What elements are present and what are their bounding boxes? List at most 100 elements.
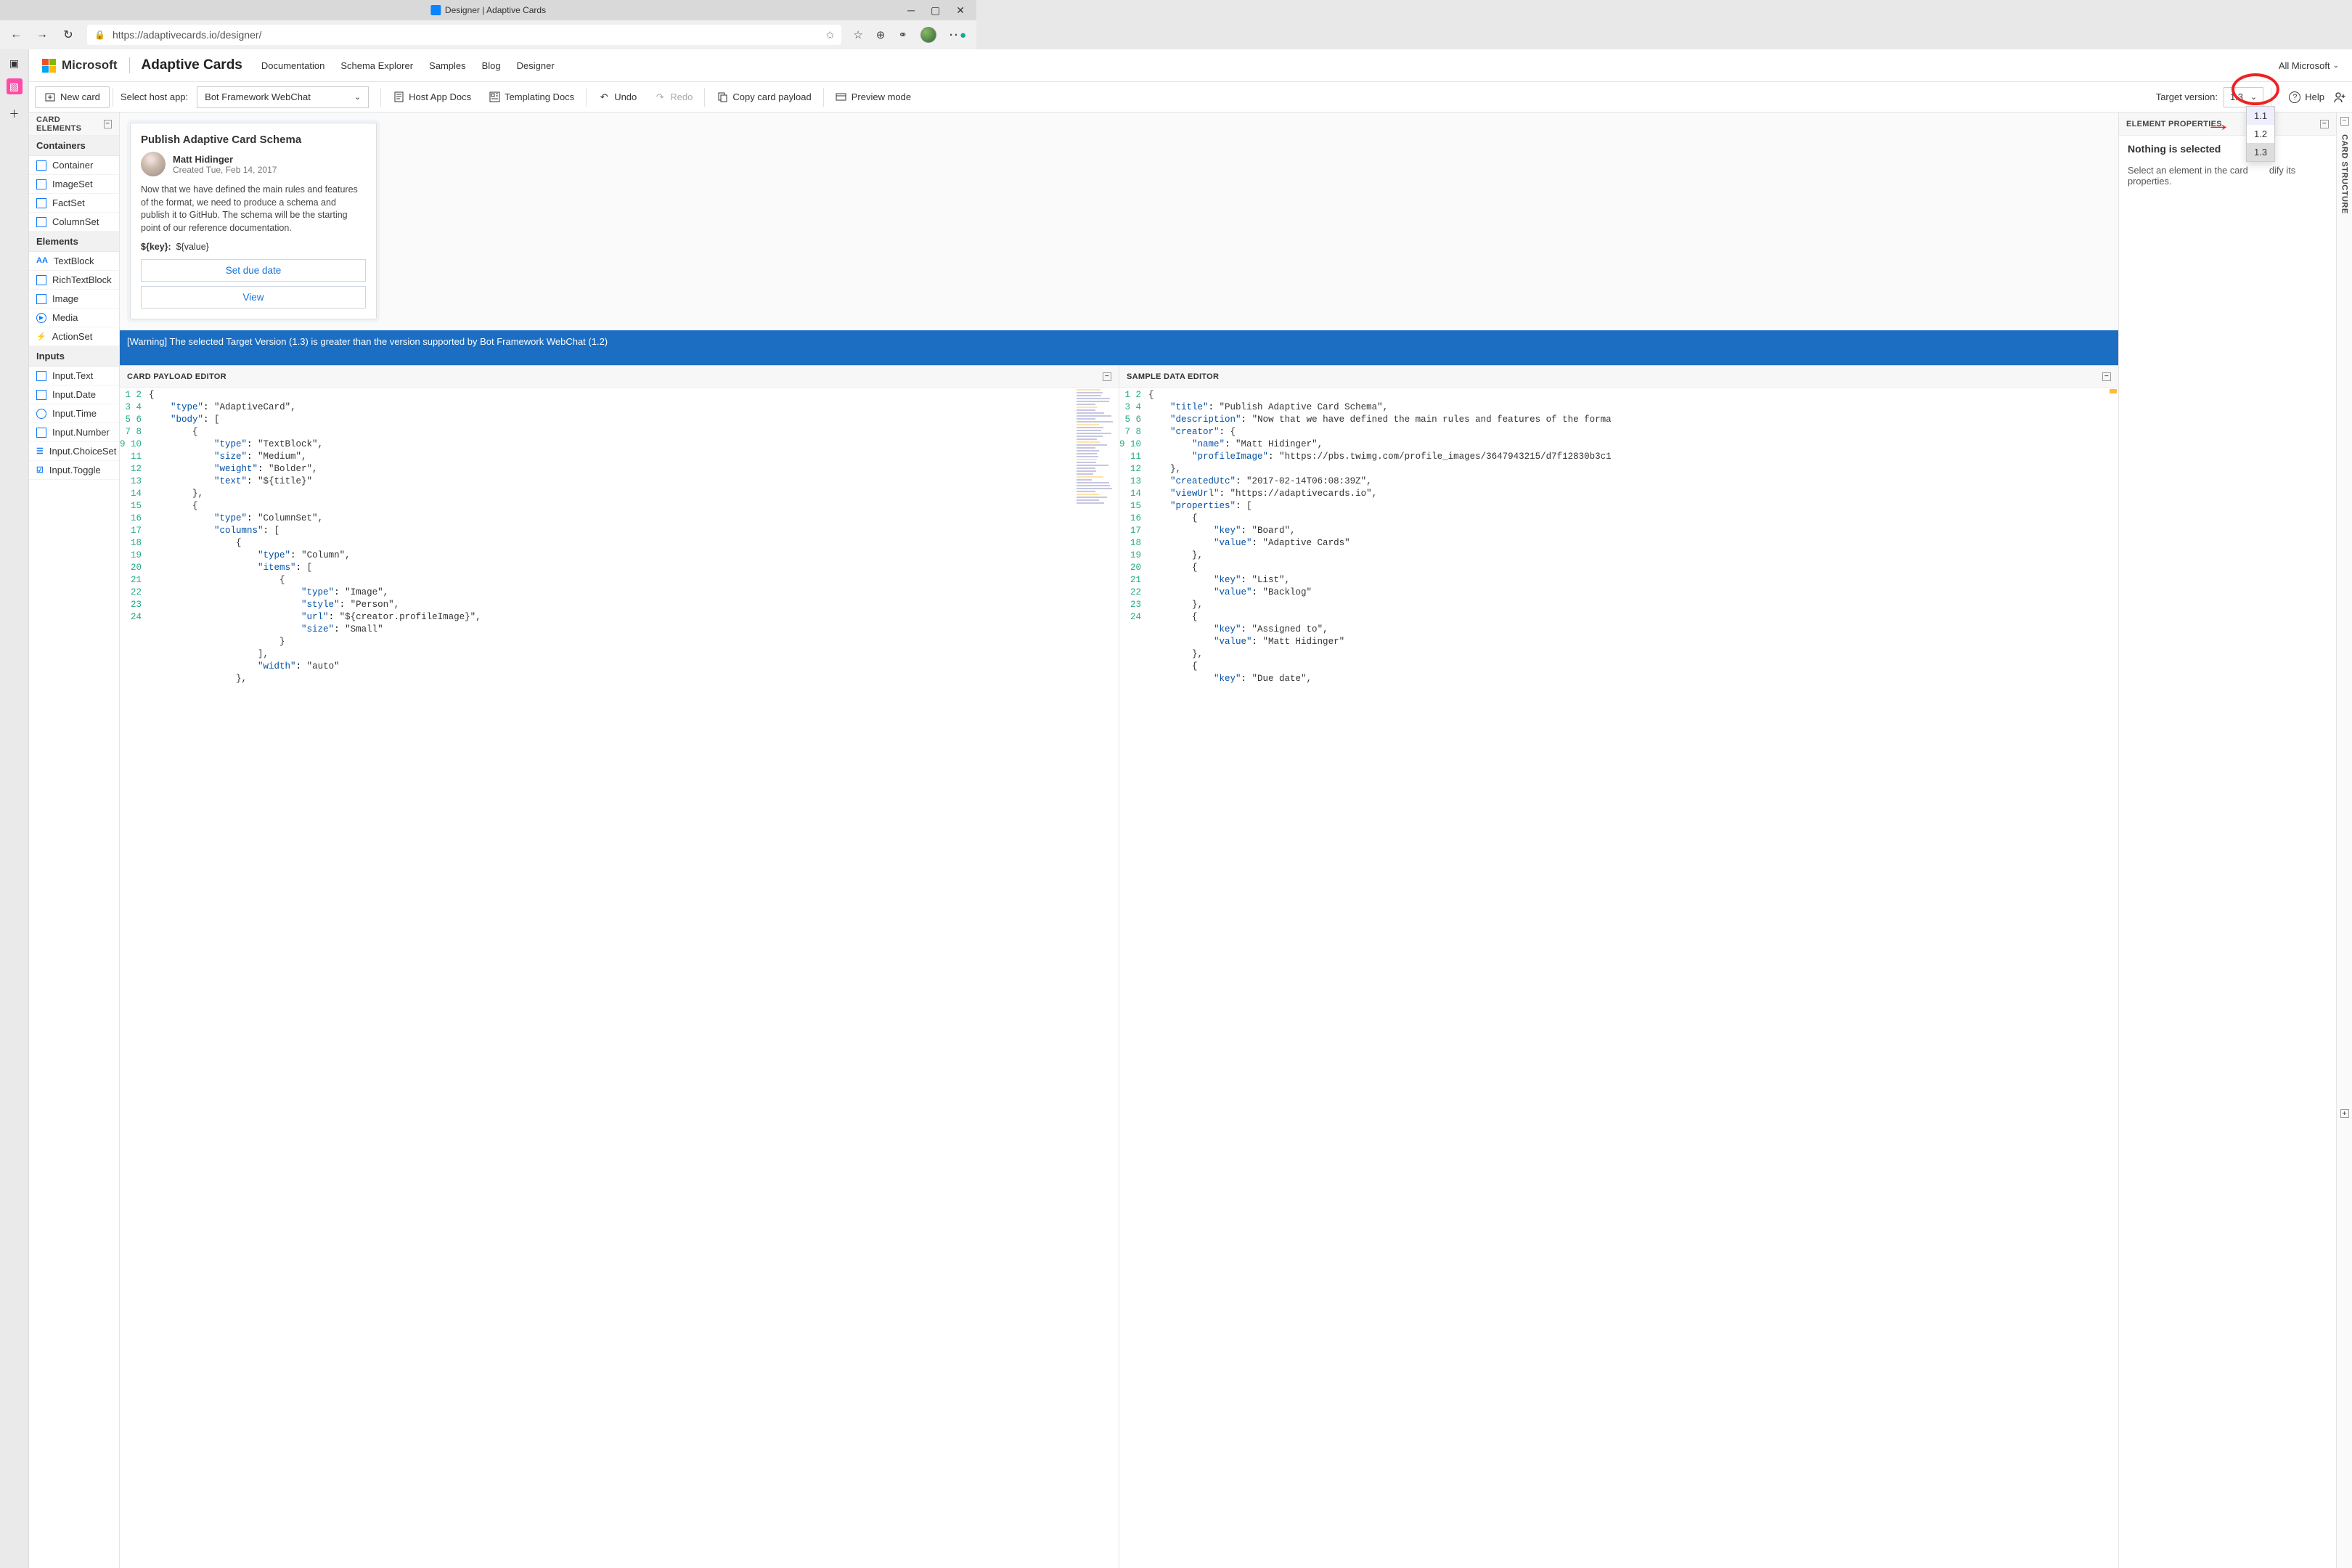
element-image[interactable]: Image: [29, 290, 119, 309]
element-imageset[interactable]: ImageSet: [29, 175, 119, 194]
element-group-elements[interactable]: Elements: [29, 232, 119, 252]
author-subtitle: Created Tue, Feb 14, 2017: [173, 165, 277, 175]
preview-mode-button[interactable]: Preview mode: [827, 86, 920, 108]
more-menu[interactable]: ··●: [950, 29, 968, 41]
element-group-containers[interactable]: Containers: [29, 136, 119, 156]
read-aloud-icon[interactable]: ✩: [826, 29, 835, 41]
forward-button[interactable]: →: [35, 28, 49, 41]
template-icon: [489, 91, 500, 103]
redo-button: ↷ Redo: [645, 86, 701, 108]
feedback-icon[interactable]: [2333, 91, 2346, 104]
element-factset[interactable]: FactSet: [29, 194, 119, 213]
element-properties-panel: ELEMENT PROPERTIES − Nothing is selected…: [2118, 113, 2336, 1568]
profile-avatar[interactable]: [920, 27, 936, 43]
version-option-1-1[interactable]: 1.1: [2247, 107, 2274, 125]
collapse-icon[interactable]: −: [2340, 117, 2349, 126]
sample-data-editor: SAMPLE DATA EDITOR − 1 2 3 4 5 6 7 8 9 1…: [1119, 366, 2118, 1568]
tab-actions-icon[interactable]: ▣: [7, 55, 23, 71]
copy-icon: [716, 91, 728, 103]
nav-designer[interactable]: Designer: [517, 60, 555, 71]
window-close[interactable]: ✕: [956, 4, 965, 17]
minimap[interactable]: [2110, 389, 2117, 393]
undo-icon: ↶: [598, 91, 610, 103]
collections-icon[interactable]: ⊕: [876, 28, 886, 41]
code-editor[interactable]: 1 2 3 4 5 6 7 8 9 10 11 12 13 14 15 16 1…: [1119, 388, 2118, 1568]
element-input-choiceset[interactable]: ☰Input.ChoiceSet: [29, 442, 119, 461]
author-name: Matt Hidinger: [173, 154, 277, 165]
version-option-1-3[interactable]: 1.3: [2247, 143, 2274, 161]
copy-payload-button[interactable]: Copy card payload: [708, 86, 820, 108]
element-media[interactable]: ▶Media: [29, 309, 119, 327]
adaptive-card-preview[interactable]: Publish Adaptive Card Schema Matt Hiding…: [130, 123, 377, 319]
new-card-icon: [44, 91, 56, 103]
element-richtextblock[interactable]: RichTextBlock: [29, 271, 119, 290]
favorites-icon[interactable]: ☆: [853, 28, 862, 41]
back-button[interactable]: ←: [9, 28, 23, 41]
host-app-docs-button[interactable]: Host App Docs: [384, 86, 480, 108]
target-version-select[interactable]: 1.3 ⌄: [2224, 87, 2263, 107]
undo-button[interactable]: ↶ Undo: [589, 86, 645, 108]
properties-hint: Select an element in the card xxxxdify i…: [2128, 165, 2327, 187]
vertical-tab-icon[interactable]: ▧: [7, 78, 23, 94]
browser-sidebar: ▣ ▧ ＋: [0, 49, 29, 1568]
collapse-icon[interactable]: −: [1103, 372, 1111, 381]
element-columnset[interactable]: ColumnSet: [29, 213, 119, 232]
collapse-icon[interactable]: −: [2102, 372, 2111, 381]
panel-title: ELEMENT PROPERTIES: [2126, 120, 2222, 128]
product-title[interactable]: Adaptive Cards: [142, 57, 242, 73]
extensions-icon[interactable]: ⚭: [898, 28, 907, 41]
collapse-icon[interactable]: −: [104, 120, 112, 128]
window-minimize[interactable]: ─: [907, 4, 915, 17]
address-bar[interactable]: 🔒 https://adaptivecards.io/designer/ ✩: [87, 25, 841, 45]
refresh-button[interactable]: ↻: [61, 28, 75, 42]
card-action-view[interactable]: View: [141, 286, 366, 309]
warning-bar: [Warning] The selected Target Version (1…: [120, 330, 2118, 365]
target-version-label: Target version:: [2156, 91, 2218, 102]
element-input-number[interactable]: Input.Number: [29, 423, 119, 442]
version-dropdown-popup: 1.11.21.3: [2246, 106, 2275, 162]
help-icon: ?: [2289, 91, 2300, 103]
element-input-date[interactable]: Input.Date: [29, 385, 119, 404]
card-elements-panel: CARD ELEMENTS − ContainersContainerImage…: [29, 113, 120, 1568]
expand-icon[interactable]: +: [2340, 1109, 2349, 1118]
templating-docs-button[interactable]: Templating Docs: [480, 86, 583, 108]
editor-title: CARD PAYLOAD EDITOR: [127, 372, 226, 381]
window-maximize[interactable]: ▢: [931, 4, 940, 17]
element-input-text[interactable]: Input.Text: [29, 367, 119, 385]
nav-blog[interactable]: Blog: [482, 60, 501, 71]
new-tab-icon[interactable]: ＋: [7, 106, 23, 122]
author-avatar: [141, 152, 166, 176]
collapse-icon[interactable]: −: [2320, 120, 2329, 128]
element-container[interactable]: Container: [29, 156, 119, 175]
chevron-down-icon: ⌄: [2250, 92, 2257, 102]
editor-title: SAMPLE DATA EDITOR: [1127, 372, 1219, 381]
element-group-inputs[interactable]: Inputs: [29, 346, 119, 367]
element-textblock[interactable]: AATextBlock: [29, 252, 119, 271]
url-text: https://adaptivecards.io/designer/: [113, 29, 261, 41]
select-host-label: Select host app:: [116, 91, 192, 102]
element-input-time[interactable]: Input.Time: [29, 404, 119, 423]
designer-toolbar: New card Select host app: Bot Framework …: [29, 82, 2352, 113]
card-action-set-due-date[interactable]: Set due date: [141, 259, 366, 282]
tab-title: Designer | Adaptive Cards: [445, 5, 546, 15]
card-canvas[interactable]: Publish Adaptive Card Schema Matt Hiding…: [120, 113, 2118, 330]
nav-schema-explorer[interactable]: Schema Explorer: [340, 60, 413, 71]
redo-icon: ↷: [654, 91, 666, 103]
chevron-down-icon: ⌄: [354, 92, 361, 102]
microsoft-logo[interactable]: Microsoft: [42, 58, 118, 73]
code-editor[interactable]: 1 2 3 4 5 6 7 8 9 10 11 12 13 14 15 16 1…: [120, 388, 1119, 1568]
nav-samples[interactable]: Samples: [429, 60, 466, 71]
properties-heading: Nothing is selected: [2128, 143, 2327, 155]
help-button[interactable]: ? Help: [2289, 91, 2324, 103]
host-app-select[interactable]: Bot Framework WebChat ⌄: [197, 86, 369, 108]
element-actionset[interactable]: ⚡ActionSet: [29, 327, 119, 346]
card-structure-tab[interactable]: − CARD STRUCTURE +: [2336, 113, 2352, 1568]
panel-title: CARD ELEMENTS: [36, 115, 104, 133]
microsoft-icon: [42, 59, 56, 73]
all-microsoft-dropdown[interactable]: All Microsoft⌄: [2279, 60, 2339, 71]
version-option-1-2[interactable]: 1.2: [2247, 125, 2274, 143]
new-card-button[interactable]: New card: [35, 86, 110, 108]
center-area: Publish Adaptive Card Schema Matt Hiding…: [120, 113, 2118, 1568]
nav-documentation[interactable]: Documentation: [261, 60, 324, 71]
element-input-toggle[interactable]: ☑Input.Toggle: [29, 461, 119, 480]
